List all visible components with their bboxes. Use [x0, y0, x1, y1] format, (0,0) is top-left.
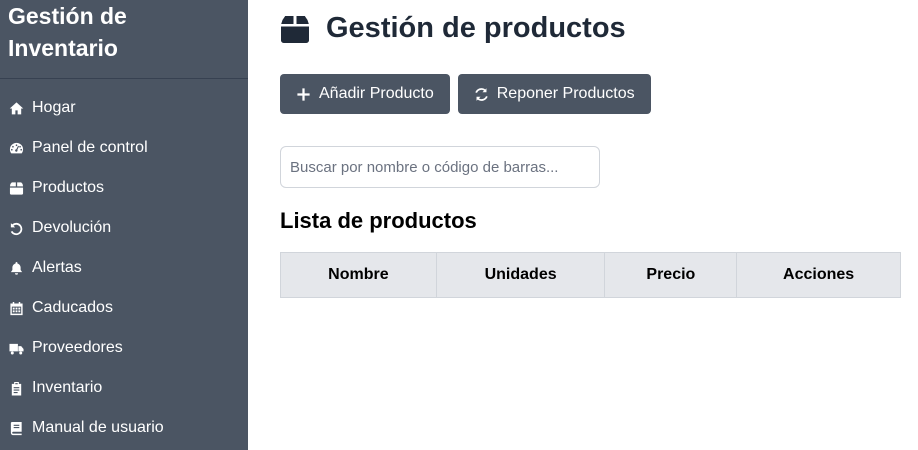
add-product-label: Añadir Producto: [319, 85, 434, 102]
restock-products-label: Reponer Productos: [496, 85, 635, 102]
add-product-button[interactable]: Añadir Producto: [280, 74, 450, 114]
sidebar-item-inventario[interactable]: Inventario: [0, 368, 248, 408]
sidebar-item-alertas[interactable]: Alertas: [0, 248, 248, 288]
dashboard-icon: [8, 140, 24, 156]
sidebar: Gestión de Inventario Hogar Panel de con…: [0, 0, 248, 450]
sidebar-item-label: Manual de usuario: [32, 419, 164, 436]
column-header-nombre[interactable]: Nombre: [280, 252, 437, 298]
box-icon: [280, 13, 310, 45]
column-header-precio[interactable]: Precio: [604, 252, 738, 298]
sidebar-item-label: Devolución: [32, 219, 112, 236]
column-header-acciones: Acciones: [736, 252, 901, 298]
sidebar-item-devolucion[interactable]: Devolución: [0, 208, 248, 248]
sidebar-item-hogar[interactable]: Hogar: [0, 88, 248, 128]
undo-icon: [8, 220, 24, 236]
restock-products-button[interactable]: Reponer Productos: [457, 74, 651, 114]
main-content: Gestión de productos Añadir Producto Rep…: [280, 0, 901, 450]
sidebar-item-label: Hogar: [32, 99, 76, 116]
sidebar-item-caducados[interactable]: Caducados: [0, 288, 248, 328]
sidebar-item-manual-de-usuario[interactable]: Manual de usuario: [0, 408, 248, 448]
home-icon: [8, 100, 24, 116]
search-input[interactable]: [280, 146, 600, 188]
plus-icon: [297, 87, 310, 101]
sidebar-item-label: Proveedores: [32, 339, 123, 356]
bell-icon: [8, 260, 24, 276]
page-header: Gestión de productos: [280, 12, 626, 45]
box-icon: [8, 180, 24, 196]
sidebar-item-proveedores[interactable]: Proveedores: [0, 328, 248, 368]
sidebar-item-label: Caducados: [32, 299, 113, 316]
clipboard-icon: [8, 380, 24, 396]
sidebar-item-label: Productos: [32, 179, 105, 196]
page-title: Gestión de productos: [326, 12, 626, 44]
products-table: Nombre Unidades Precio Acciones: [280, 252, 901, 298]
sidebar-nav: Hogar Panel de control Productos Devoluc…: [0, 88, 248, 448]
refresh-icon: [475, 87, 488, 101]
sidebar-item-label: Inventario: [32, 379, 103, 396]
truck-icon: [8, 340, 24, 356]
action-bar: Añadir Producto Reponer Productos: [280, 74, 651, 114]
column-header-unidades[interactable]: Unidades: [435, 252, 606, 298]
table-header-row: Nombre Unidades Precio Acciones: [280, 252, 901, 298]
sidebar-item-label: Alertas: [32, 259, 82, 276]
sidebar-divider: [0, 78, 248, 79]
app-title: Gestión de Inventario: [8, 3, 127, 61]
product-list-title: Lista de productos: [280, 208, 477, 233]
book-icon: [8, 420, 24, 436]
sidebar-item-productos[interactable]: Productos: [0, 168, 248, 208]
calendar-icon: [8, 300, 24, 316]
sidebar-item-panel-de-control[interactable]: Panel de control: [0, 128, 248, 168]
sidebar-item-label: Panel de control: [32, 139, 148, 156]
